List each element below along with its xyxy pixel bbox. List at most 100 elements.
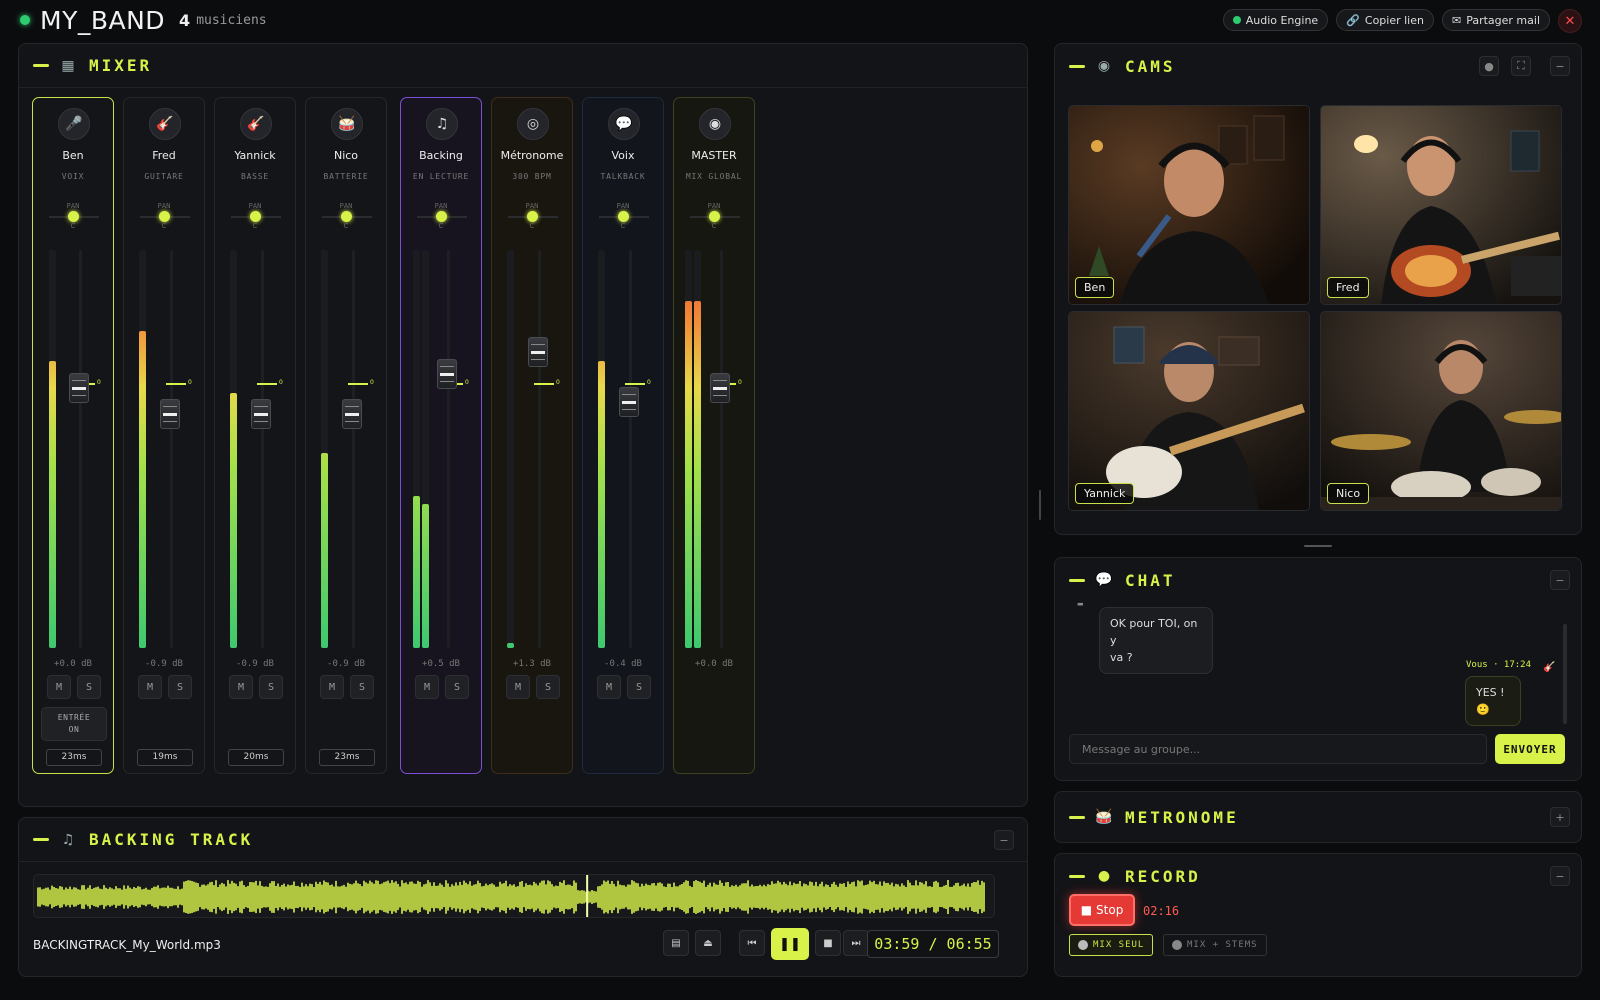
volume-fader-handle[interactable] <box>710 373 730 403</box>
input-monitor-label: ENTRÉE <box>57 713 91 722</box>
next-button[interactable]: ⏭ <box>843 930 869 956</box>
cam-feed-ben[interactable]: Ben <box>1068 105 1310 305</box>
cam-feed-yannick[interactable]: Yannick <box>1068 311 1310 511</box>
mode-mix-only[interactable]: MIX SEUL <box>1069 934 1154 956</box>
chat-message-text-line2: 🙂 <box>1476 703 1490 716</box>
metronome-header: 🥁 METRONOME <box>1055 792 1581 842</box>
latency-badge: 23ms <box>319 749 375 766</box>
channel-name: Fred <box>152 149 176 162</box>
volume-fader-handle[interactable] <box>69 373 89 403</box>
fullscreen-button[interactable]: ⛶ <box>1511 56 1531 76</box>
cam-feed-nico[interactable]: Nico <box>1320 311 1562 511</box>
record-cam-button[interactable]: ● <box>1479 56 1499 76</box>
chat-message-text-line1: YES ! <box>1476 686 1505 699</box>
volume-fader-track[interactable] <box>79 250 82 648</box>
minimize-chat-button[interactable]: − <box>1550 570 1570 590</box>
collapse-chat-toggle[interactable] <box>1069 578 1085 582</box>
collapse-metronome-toggle[interactable] <box>1069 815 1085 819</box>
waveform-scrubber[interactable] <box>33 874 995 918</box>
chat-header: 💬 CHAT <box>1055 558 1581 602</box>
skip-back-icon: ⏮ <box>747 937 757 949</box>
copy-link-button[interactable]: 🔗 Copier lien <box>1336 9 1434 31</box>
mute-button[interactable]: M <box>138 675 162 699</box>
unity-gain-marker <box>625 383 645 385</box>
channel-db-readout: +1.3 dB <box>513 659 551 669</box>
collapse-backing-toggle[interactable] <box>33 838 49 841</box>
expand-metronome-button[interactable]: + <box>1550 807 1570 827</box>
level-meter <box>321 453 328 648</box>
pan-label: PAN <box>434 202 448 210</box>
send-message-button[interactable]: ENVOYER <box>1495 734 1565 764</box>
audio-engine-label: Audio Engine <box>1245 13 1319 27</box>
mute-button[interactable]: M <box>415 675 439 699</box>
previous-button[interactable]: ⏮ <box>739 930 765 956</box>
solo-button[interactable]: S <box>445 675 469 699</box>
minimize-backing-button[interactable]: − <box>994 830 1014 850</box>
pan-knob[interactable] <box>159 211 170 222</box>
pan-knob[interactable] <box>436 211 447 222</box>
mute-button[interactable]: M <box>320 675 344 699</box>
solo-button[interactable]: S <box>536 675 560 699</box>
volume-fader-track[interactable] <box>629 250 632 648</box>
level-meter <box>230 393 237 648</box>
level-meter <box>139 331 146 648</box>
pan-knob[interactable] <box>341 211 352 222</box>
audio-engine-button[interactable]: Audio Engine <box>1222 9 1329 31</box>
pan-knob[interactable] <box>618 211 629 222</box>
minimize-record-button[interactable]: − <box>1550 866 1570 886</box>
volume-fader-handle[interactable] <box>160 399 180 429</box>
eject-button[interactable]: ⏏ <box>695 930 721 956</box>
pause-button[interactable]: ❚❚ <box>771 928 809 960</box>
stop-recording-button[interactable]: ■ Stop <box>1069 894 1135 926</box>
pan-label: PAN <box>66 202 80 210</box>
solo-button[interactable]: S <box>77 675 101 699</box>
pan-center-label: C <box>70 222 76 230</box>
volume-fader-track[interactable] <box>261 250 264 648</box>
unity-gain-label: 0 <box>738 379 742 386</box>
pan-knob[interactable] <box>250 211 261 222</box>
cam-label-ben: Ben <box>1075 277 1115 298</box>
minimize-cams-button[interactable]: − <box>1550 56 1570 76</box>
mode-mix-stems[interactable]: MIX + STEMS <box>1163 934 1267 956</box>
collapse-mixer-toggle[interactable] <box>33 64 49 67</box>
volume-fader-handle[interactable] <box>528 337 548 367</box>
target-icon: ◎ <box>517 108 549 140</box>
chat-message-input[interactable] <box>1069 734 1487 764</box>
cams-chat-resize-handle[interactable] <box>1304 545 1332 547</box>
pan-knob[interactable] <box>527 211 538 222</box>
pan-knob[interactable] <box>709 211 720 222</box>
volume-fader-track[interactable] <box>170 250 173 648</box>
bass-icon: 🎸 <box>240 108 272 140</box>
stop-playback-button[interactable]: ■ <box>815 930 841 956</box>
volume-fader-track[interactable] <box>538 250 541 648</box>
close-session-button[interactable]: ✕ <box>1558 9 1582 33</box>
cam-feed-fred[interactable]: Fred <box>1320 105 1562 305</box>
volume-fader-track[interactable] <box>352 250 355 648</box>
volume-fader-handle[interactable] <box>437 359 457 389</box>
channel-db-readout: +0.0 dB <box>54 659 92 669</box>
chat-scrollbar[interactable] <box>1563 624 1567 724</box>
collapse-record-toggle[interactable] <box>1069 874 1085 878</box>
pan-knob[interactable] <box>68 211 79 222</box>
volume-fader-track[interactable] <box>720 250 723 648</box>
mute-button[interactable]: M <box>506 675 530 699</box>
collapse-cams-toggle[interactable] <box>1069 64 1085 68</box>
open-folder-button[interactable]: ▤ <box>663 930 689 956</box>
solo-button[interactable]: S <box>259 675 283 699</box>
volume-fader-handle[interactable] <box>619 387 639 417</box>
solo-button[interactable]: S <box>627 675 651 699</box>
mute-button[interactable]: M <box>229 675 253 699</box>
volume-fader-handle[interactable] <box>251 399 271 429</box>
volume-fader-handle[interactable] <box>342 399 362 429</box>
mute-button[interactable]: M <box>597 675 621 699</box>
folder-icon: ▤ <box>671 937 681 949</box>
cams-header: ◉ CAMS <box>1055 44 1581 88</box>
chat-message-outgoing: YES ! 🙂 <box>1465 676 1521 726</box>
volume-fader-track[interactable] <box>447 250 450 648</box>
solo-button[interactable]: S <box>168 675 192 699</box>
panel-resize-handle[interactable] <box>1039 490 1041 520</box>
input-monitor-button[interactable]: ENTRÉE ON <box>41 707 107 741</box>
mute-button[interactable]: M <box>47 675 71 699</box>
share-mail-button[interactable]: ✉ Partager mail <box>1441 9 1550 31</box>
solo-button[interactable]: S <box>350 675 374 699</box>
